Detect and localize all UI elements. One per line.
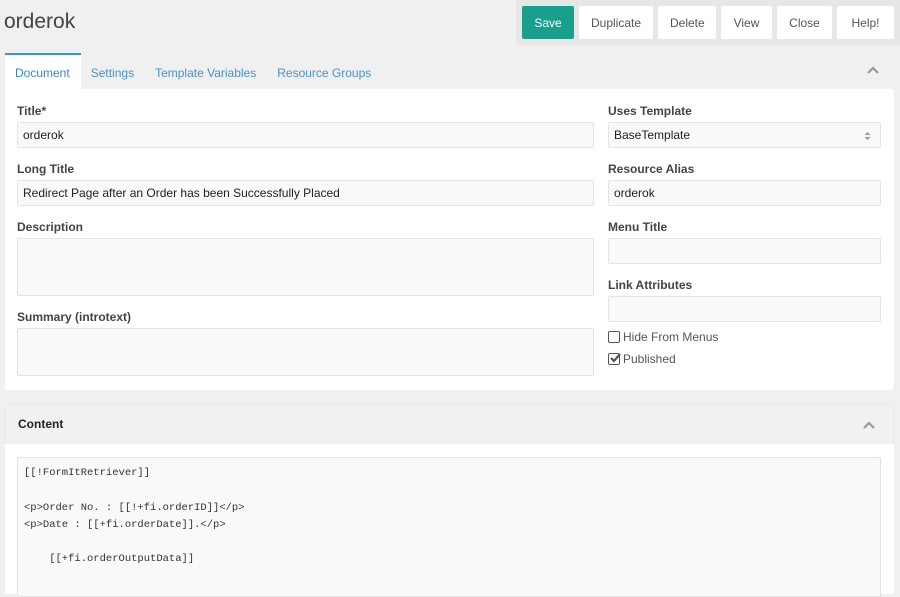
tab-resource-groups[interactable]: Resource Groups [267, 53, 382, 89]
summary-label: Summary (introtext) [17, 310, 132, 324]
document-panel: Title* orderok Long Title Redirect Page … [5, 89, 894, 390]
uses-template-select[interactable]: BaseTemplate [608, 122, 881, 148]
menu-title-label: Menu Title [608, 220, 668, 234]
content-title: Content [18, 417, 64, 431]
duplicate-button[interactable]: Duplicate [579, 6, 653, 39]
long-title-label: Long Title [17, 162, 75, 176]
tab-document[interactable]: Document [5, 53, 81, 89]
tab-template-variables[interactable]: Template Variables [145, 53, 267, 89]
content-panel-header[interactable]: Content [5, 404, 894, 444]
view-button[interactable]: View [721, 6, 772, 39]
save-button[interactable]: Save [522, 6, 574, 39]
tab-settings[interactable]: Settings [81, 53, 145, 89]
uses-template-value: BaseTemplate [614, 128, 691, 142]
title-label: Title* [17, 104, 47, 118]
chevron-up-icon[interactable] [863, 421, 877, 431]
link-attributes-input[interactable] [608, 296, 881, 322]
resource-alias-input[interactable]: orderok [608, 180, 881, 206]
content-panel: Content [[!FormItRetriever]] <p>Order No… [5, 404, 894, 597]
menu-title-input[interactable] [608, 238, 881, 264]
resource-alias-label: Resource Alias [608, 162, 695, 176]
help-button[interactable]: Help! [837, 6, 894, 39]
published-checkbox[interactable]: Published [608, 352, 676, 366]
resource-tabs: Document Settings Template Variables Res… [5, 53, 382, 89]
checkbox-unchecked-icon [608, 331, 620, 343]
close-button[interactable]: Close [777, 6, 832, 39]
page-title: orderok [4, 10, 76, 33]
hide-from-menus-checkbox[interactable]: Hide From Menus [608, 330, 718, 344]
content-editor[interactable]: [[!FormItRetriever]] <p>Order No. : [[!+… [17, 457, 881, 597]
description-label: Description [17, 220, 84, 234]
link-attributes-label: Link Attributes [608, 278, 693, 292]
checkbox-checked-icon [608, 353, 621, 365]
description-textarea[interactable] [17, 238, 594, 296]
select-arrows-icon [864, 132, 871, 140]
long-title-input[interactable]: Redirect Page after an Order has been Su… [17, 180, 594, 206]
hide-from-menus-label: Hide From Menus [623, 330, 719, 344]
delete-button[interactable]: Delete [658, 6, 716, 39]
title-input[interactable]: orderok [17, 122, 594, 148]
action-toolbar: Save Duplicate Delete View Close Help! [516, 0, 900, 45]
published-label: Published [623, 352, 676, 366]
summary-textarea[interactable] [17, 328, 594, 376]
chevron-up-icon[interactable] [867, 66, 881, 76]
uses-template-label: Uses Template [608, 104, 692, 118]
